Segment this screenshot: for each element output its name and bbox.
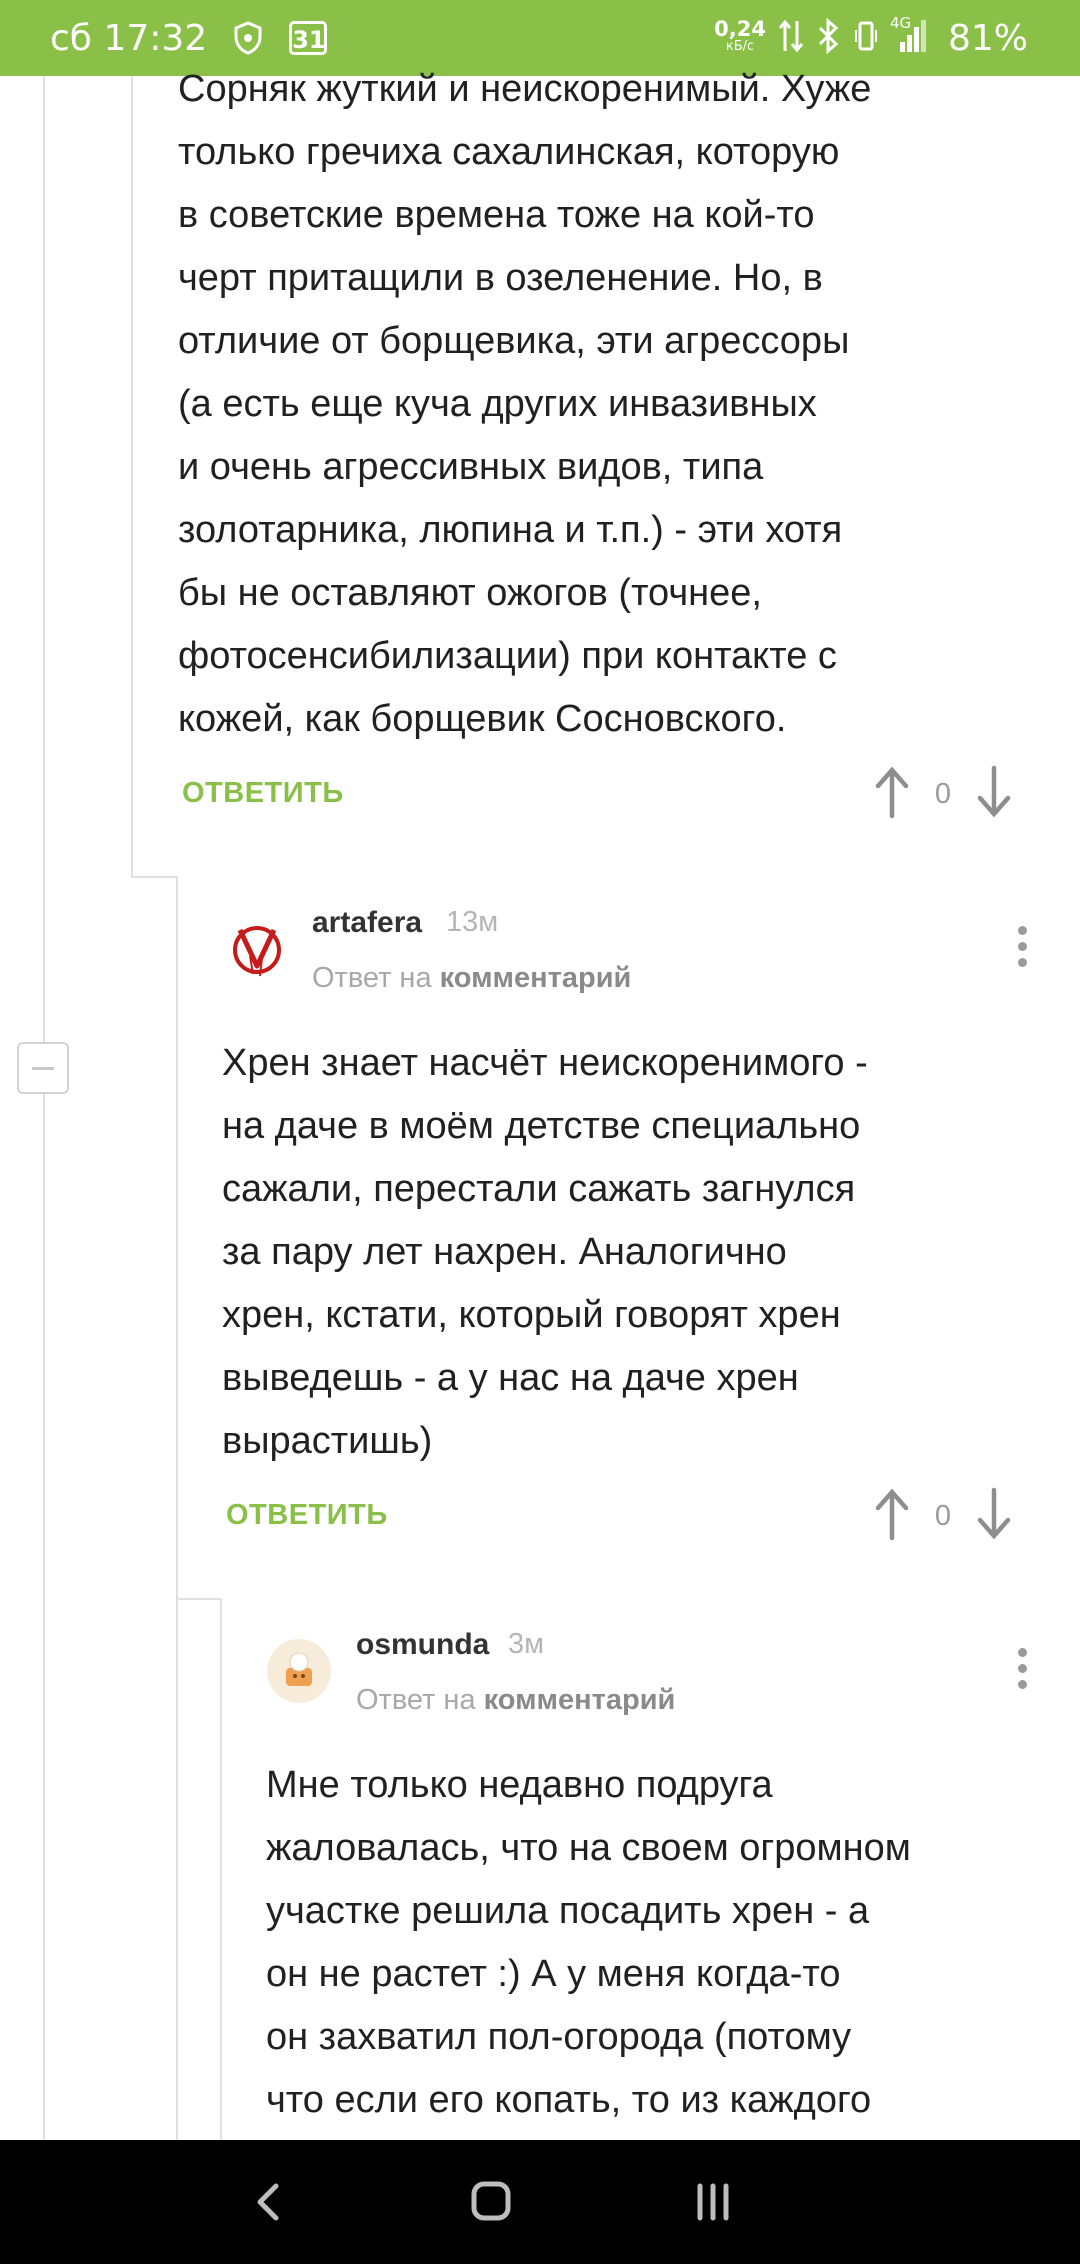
recent-apps-icon[interactable] <box>678 2170 748 2234</box>
vote-count: 0 <box>934 778 952 810</box>
reply-to-prefix: Ответ на <box>312 962 432 994</box>
thread-line-level-4 <box>220 1598 222 2140</box>
upvote-icon[interactable] <box>872 764 912 825</box>
reply-button[interactable]: ОТВЕТИТЬ <box>226 1499 388 1532</box>
avatar[interactable] <box>224 916 290 982</box>
downvote-icon[interactable] <box>974 1486 1014 1547</box>
reply-to-info: Ответ на комментарий <box>356 1684 675 1717</box>
thread-line-level-1 <box>43 76 45 2140</box>
author-name[interactable]: osmunda <box>356 1628 489 1662</box>
comment-time: 13м <box>446 906 499 938</box>
navigation-bar <box>0 2140 1080 2264</box>
net-speed: 0,24 кБ/с <box>714 19 766 56</box>
reply-to-link[interactable]: комментарий <box>440 962 632 994</box>
back-icon[interactable] <box>234 2170 304 2234</box>
upvote-icon[interactable] <box>872 1486 912 1547</box>
vibrate-icon <box>854 18 878 58</box>
cellular-signal-icon: 4G <box>890 14 926 58</box>
status-time: сб 17:32 <box>50 17 208 59</box>
reply-to-prefix: Ответ на <box>356 1684 476 1716</box>
shield-icon <box>233 21 263 55</box>
more-options-icon[interactable] <box>1002 1638 1042 1698</box>
avatar[interactable] <box>266 1638 332 1704</box>
more-options-icon[interactable] <box>1002 916 1042 976</box>
home-icon[interactable] <box>456 2170 526 2234</box>
vote-controls: 0 <box>872 1486 1014 1547</box>
calendar-badge: 31 <box>289 21 328 55</box>
thread-line-level-2 <box>131 76 133 876</box>
vote-controls: 0 <box>872 764 1014 825</box>
reply-to-link[interactable]: комментарий <box>484 1684 676 1716</box>
comment-time: 3м <box>508 1628 545 1660</box>
thread-line-h-2 <box>176 1598 220 1600</box>
thread-line-level-3 <box>176 876 178 2140</box>
thread-line-h-1 <box>131 876 176 878</box>
downvote-icon[interactable] <box>974 764 1014 825</box>
vote-count: 0 <box>934 1500 952 1532</box>
bluetooth-icon <box>816 17 842 58</box>
comment-text: Мне только недавно подруга жаловалась, ч… <box>266 1764 911 2121</box>
data-transfer-icon <box>778 18 804 58</box>
battery-level: 81% <box>947 17 1028 59</box>
collapse-thread-button[interactable] <box>17 1042 69 1094</box>
author-name[interactable]: artafera <box>312 906 422 940</box>
comment-text: Сорняк жуткий и неискоренимый. Хуже толь… <box>178 68 872 740</box>
calendar-icon: 31 <box>289 21 328 55</box>
network-type: 4G <box>889 14 912 32</box>
reply-button[interactable]: ОТВЕТИТЬ <box>182 777 344 810</box>
comment-text: Хрен знает насчёт неискоренимого - на да… <box>222 1042 868 1462</box>
reply-to-info: Ответ на комментарий <box>312 962 631 995</box>
